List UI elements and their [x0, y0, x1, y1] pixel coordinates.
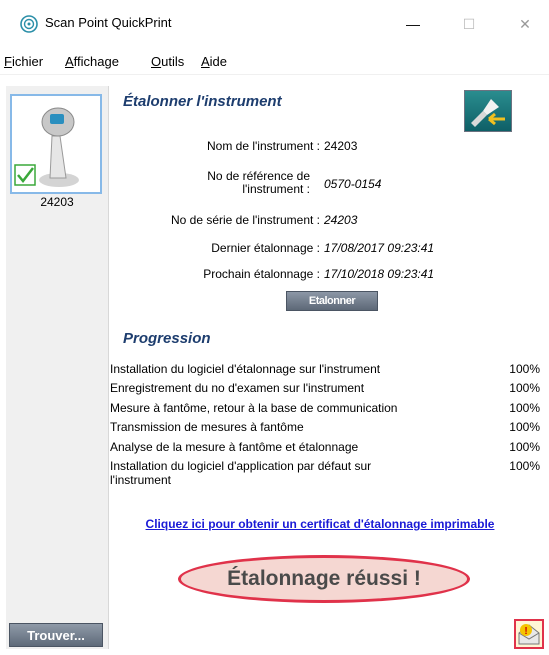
progress-step: Analyse de la mesure à fantôme et étalon…	[110, 440, 544, 454]
svg-text:!: !	[524, 626, 527, 637]
last-calibration-value: 17/08/2017 09:23:41	[324, 241, 435, 255]
notification-button[interactable]: !	[514, 619, 544, 649]
progress-step: Enregistrement du no d'examen sur l'inst…	[110, 381, 544, 395]
maximize-icon: ☐	[462, 15, 476, 32]
progress-step-label: Installation du logiciel d'application p…	[110, 459, 372, 487]
close-icon: ✕	[519, 15, 531, 32]
menu-affichage[interactable]: Affichage	[65, 54, 119, 69]
progress-step-percent: 100%	[509, 401, 540, 415]
reference-label-line2: l'instrument :	[242, 182, 310, 196]
progress-step-label: Analyse de la mesure à fantôme et étalon…	[110, 440, 359, 454]
last-calibration-label: Dernier étalonnage :	[211, 241, 320, 255]
progress-step-label: Enregistrement du no d'examen sur l'inst…	[110, 381, 365, 395]
menu-bar: Fichier Affichage Outils Aide	[0, 50, 549, 75]
calibrate-button[interactable]: Etalonner	[286, 291, 378, 311]
minimize-button[interactable]: —	[390, 10, 436, 38]
certificate-link[interactable]: Cliquez ici pour obtenir un certificat d…	[140, 517, 500, 531]
reference-label-line1: No de référence de	[207, 169, 310, 183]
find-button[interactable]: Trouver...	[9, 623, 103, 647]
progress-step: Installation du logiciel d'étalonnage su…	[110, 362, 544, 376]
serial-value: 24203	[324, 213, 358, 227]
success-message: Étalonnage réussi !	[178, 555, 470, 603]
instrument-sidebar: 24203 Trouver...	[6, 86, 109, 649]
app-logo-icon	[20, 15, 38, 33]
minimize-icon: —	[406, 16, 420, 32]
mail-alert-icon: !	[518, 624, 540, 645]
serial-label: No de série de l'instrument :	[170, 213, 320, 227]
check-icon	[14, 164, 36, 186]
window-title: Scan Point QuickPrint	[45, 15, 172, 30]
calibrate-title: Étalonner l'instrument	[123, 93, 282, 110]
title-bar: Scan Point QuickPrint — ☐ ✕	[0, 0, 549, 50]
next-calibration-value: 17/10/2018 09:23:41	[324, 267, 435, 281]
menu-outils[interactable]: Outils	[151, 54, 184, 69]
progress-step-label: Mesure à fantôme, retour à la base de co…	[110, 401, 398, 415]
menu-aide[interactable]: Aide	[201, 54, 227, 69]
progress-step-percent: 100%	[509, 459, 540, 473]
progress-step-percent: 100%	[509, 362, 540, 376]
reference-value: 0570-0154	[324, 177, 382, 191]
progress-title: Progression	[123, 330, 211, 347]
maximize-button[interactable]: ☐	[446, 10, 492, 38]
calibrate-instrument-button[interactable]	[464, 90, 512, 132]
success-text: Étalonnage réussi !	[227, 567, 421, 590]
instrument-name-value: 24203	[324, 139, 358, 153]
progress-step-percent: 100%	[509, 440, 540, 454]
menu-fichier[interactable]: Fichier	[4, 54, 43, 69]
instrument-name-label: Nom de l'instrument :	[207, 139, 320, 153]
next-calibration-label: Prochain étalonnage :	[203, 267, 320, 281]
close-button[interactable]: ✕	[502, 10, 548, 38]
progress-step: Installation du logiciel d'application p…	[110, 459, 544, 487]
progress-step-label: Transmission de mesures à fantôme	[110, 420, 304, 434]
instrument-return-icon	[471, 99, 505, 127]
instrument-label: 24203	[40, 195, 74, 209]
progress-step: Transmission de mesures à fantôme 100%	[110, 420, 544, 434]
progress-step-label: Installation du logiciel d'étalonnage su…	[110, 362, 381, 376]
progress-step-percent: 100%	[509, 381, 540, 395]
instrument-card[interactable]	[10, 94, 102, 194]
progress-step: Mesure à fantôme, retour à la base de co…	[110, 401, 544, 415]
progress-step-percent: 100%	[509, 420, 540, 434]
